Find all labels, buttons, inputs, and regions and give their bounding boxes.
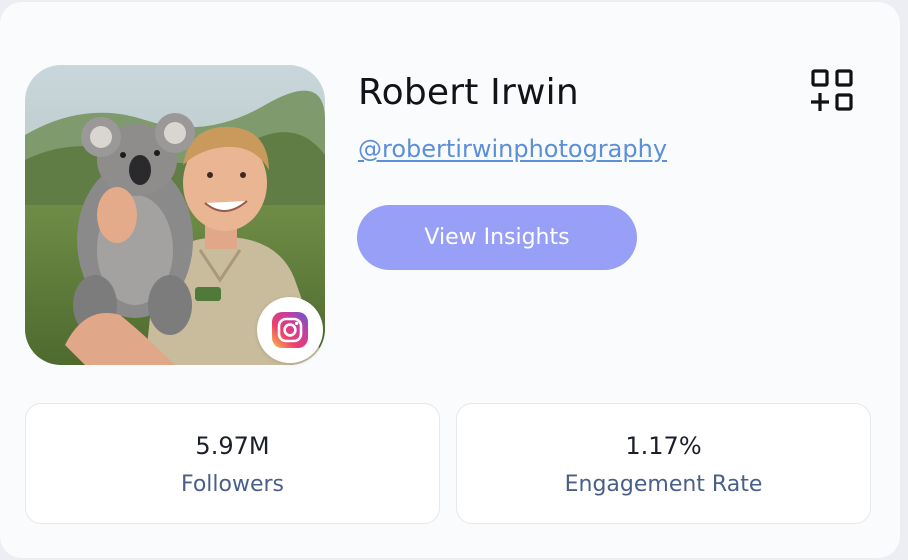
profile-card: Robert Irwin @robertirwinphotography Vie… (0, 2, 900, 558)
instagram-badge (257, 297, 323, 363)
profile-name: Robert Irwin (358, 72, 579, 113)
stat-value: 5.97M (195, 432, 270, 460)
profile-handle-link[interactable]: @robertirwinphotography (358, 135, 667, 163)
add-to-group-icon[interactable] (808, 68, 858, 114)
stat-engagement-rate: 1.17% Engagement Rate (456, 403, 871, 524)
stat-followers: 5.97M Followers (25, 403, 440, 524)
instagram-icon (272, 312, 308, 348)
stat-value: 1.17% (625, 432, 702, 460)
stat-label: Engagement Rate (564, 472, 763, 497)
stat-label: Followers (180, 472, 285, 497)
view-insights-button[interactable]: View Insights (357, 205, 637, 270)
